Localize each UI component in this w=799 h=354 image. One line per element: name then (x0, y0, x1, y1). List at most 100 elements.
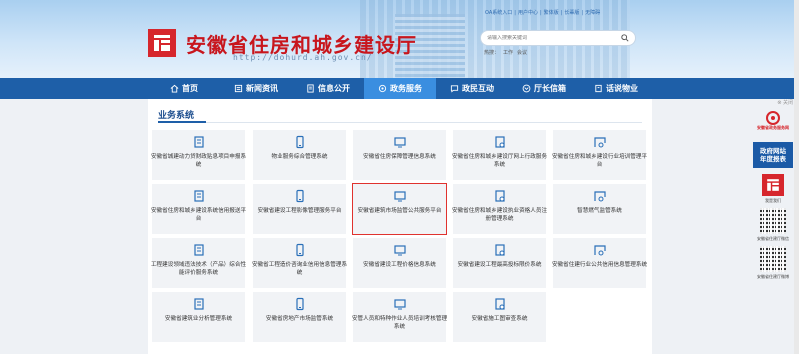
hot-search: 热搜： 工作 会议 (484, 50, 528, 56)
system-tile-label: 物业服务综合管理系统 (271, 154, 328, 160)
elderly-version-link[interactable]: 长辈版 (564, 10, 579, 16)
system-tile-engineering-price-system[interactable]: 安徽省建设工程价格信息系统 (353, 238, 446, 288)
site-header: OA系统入口 | 用户中心 | 繁体版 | 长辈版 | 无障碍 安徽省住房和城乡建设厅 http… (0, 0, 799, 78)
system-tile-technology-evaluation-system[interactable]: 工程建设领域违法技术（产品）综合性能评价服务系统 (150, 238, 247, 288)
accessibility-link[interactable]: 无障碍 (585, 10, 600, 16)
document-icon (307, 84, 314, 93)
system-tile-label: 安徽省建筑业分析管理系统 (164, 316, 233, 322)
system-tile-label: 安徽省住房保障管理信息系统 (363, 154, 436, 160)
gov-service-badge[interactable]: 安徽省政务服务网 (753, 111, 793, 136)
system-tile-smart-gas-system[interactable]: 智慧燃气监管系统 (553, 184, 646, 234)
business-systems-panel: 业务系统 安徽省城建动力贷财政贴息项目申报系统 物业服务综合管理系统 安徽省住房保障… (148, 99, 652, 354)
system-tile-label: 智慧燃气监管系统 (577, 208, 622, 214)
search-input[interactable] (487, 35, 607, 41)
system-icon (193, 298, 204, 310)
system-tile-online-admin-service-system[interactable]: 安徽省住房和城乡建设厅网上行政服务系统 (451, 130, 548, 180)
search-box (480, 30, 636, 46)
department-logo-icon[interactable] (762, 174, 784, 196)
system-icon (193, 190, 204, 202)
hot-word[interactable]: 会议 (517, 50, 527, 56)
system-icon (593, 137, 606, 148)
nav-gov-services[interactable]: 政务服务 (364, 78, 436, 99)
system-tile-label: 安徽省住房和城乡建设执业资格人员注册管理系统 (451, 208, 548, 222)
system-tile-label: 安徽省建设工程影像管理服务平台 (257, 208, 342, 214)
system-tile-label: 安管人员和特种作业人员培训考核管理系统 (351, 316, 448, 330)
oa-entry-link[interactable]: OA系统入口 (485, 10, 512, 16)
logo-caption: 我是我们 (765, 198, 781, 203)
system-tile-real-estate-market-system[interactable]: 安徽省房地产市场监管系统 (253, 292, 346, 342)
system-tile-housing-security-system[interactable]: 安徽省住房保障管理信息系统 (353, 130, 446, 180)
top-links: OA系统入口 | 用户中心 | 繁体版 | 长辈版 | 无障碍 (485, 10, 601, 16)
system-tile-label: 安徽省住房和城乡建设行业培训管理平台 (551, 154, 648, 168)
home-icon (170, 84, 179, 93)
section-title: 业务系统 (158, 111, 195, 121)
system-tile-label: 安徽省建设工程最高投标限价系统 (457, 262, 542, 268)
system-icon (593, 191, 606, 202)
system-tile-label: 安徽省施工图审查系统 (471, 316, 528, 322)
user-center-link[interactable]: 用户中心 (518, 10, 538, 16)
system-tile-label: 安徽省工程造价咨询业信用信息管理系统 (251, 262, 348, 276)
wechat-qr-code (760, 208, 786, 234)
site-url: http://dohurd.ah.gov.cn/ (233, 53, 373, 62)
mail-icon (522, 84, 531, 93)
system-tile-label: 安徽省房地产市场监管系统 (265, 316, 334, 322)
system-icon (593, 245, 606, 256)
system-icon (295, 189, 304, 203)
page-scrollbar[interactable] (794, 0, 799, 354)
gov-service-logo-icon (766, 111, 780, 125)
system-tile-safety-training-exam-system[interactable]: 安管人员和特种作业人员培训考核管理系统 (351, 292, 448, 342)
nav-property-talk[interactable]: 话说物业 (580, 78, 652, 99)
nav-home[interactable]: 首页 (148, 78, 220, 99)
right-floating-sidebar: ⊗ 关闭 安徽省政务服务网 政府网站 年度报表 我是我们 安徽省住建厅微信 安徽… (753, 99, 793, 280)
system-tile-drawing-review-system[interactable]: 安徽省施工图审查系统 (453, 292, 546, 342)
system-tile-label: 安徽省城建动力贷财政贴息项目申报系统 (150, 154, 247, 168)
system-tile-practitioner-registration-system[interactable]: 安徽省住房和城乡建设执业资格人员注册管理系统 (451, 184, 548, 234)
site-logo-icon[interactable] (148, 29, 176, 57)
system-tile-construction-market-platform[interactable]: 安徽省建筑市场监管公共服务平台 (352, 183, 447, 235)
search-icon[interactable] (621, 34, 629, 42)
hot-word[interactable]: 工作 (503, 50, 513, 56)
system-icon (295, 243, 304, 257)
system-tile-public-credit-system[interactable]: 安徽省住建行业公共信用信息管理系统 (551, 238, 648, 288)
nav-interaction[interactable]: 政民互动 (436, 78, 508, 99)
traditional-chinese-link[interactable]: 繁体版 (544, 10, 559, 16)
system-tile-label: 安徽省建设工程价格信息系统 (363, 262, 436, 268)
nav-news[interactable]: 新闻资讯 (220, 78, 292, 99)
building-icon (595, 84, 602, 93)
system-tile-label: 工程建设领域违法技术（产品）综合性能评价服务系统 (150, 262, 247, 276)
sidebar-close-button[interactable]: ⊗ 关闭 (753, 99, 793, 106)
system-icon (295, 297, 304, 311)
system-tile-subsidy-declaration-system[interactable]: 安徽省城建动力贷财政贴息项目申报系统 (150, 130, 247, 180)
system-icon (494, 136, 505, 148)
system-tile-cost-consulting-credit-system[interactable]: 安徽省工程造价咨询业信用信息管理系统 (251, 238, 348, 288)
system-tile-property-service-system[interactable]: 物业服务综合管理系统 (253, 130, 346, 180)
news-icon (234, 84, 243, 93)
service-icon (378, 84, 387, 93)
system-icon (494, 190, 505, 202)
system-tile-label: 安徽省建筑市场监管公共服务平台 (357, 208, 442, 214)
system-tile-label: 安徽省住房和城乡建设系统信用报送平台 (150, 208, 247, 222)
nav-info-disclosure[interactable]: 信息公开 (292, 78, 364, 99)
weibo-qr-caption: 安徽省住建厅微博 (757, 274, 789, 279)
annual-report-button[interactable]: 政府网站 年度报表 (753, 142, 793, 168)
system-icon (193, 136, 204, 148)
system-icon (393, 137, 406, 148)
system-tile-credit-reporting-platform[interactable]: 安徽省住房和城乡建设系统信用报送平台 (150, 184, 247, 234)
main-nav: 首页 新闻资讯 信息公开 政务服务 政民互动 厅长信箱 话说物业 (0, 78, 799, 99)
nav-director-mailbox[interactable]: 厅长信箱 (508, 78, 580, 99)
system-icon (193, 244, 204, 256)
system-tile-engineering-image-platform[interactable]: 安徽省建设工程影像管理服务平台 (253, 184, 346, 234)
system-tile-label: 安徽省住建行业公共信用信息管理系统 (551, 262, 648, 268)
system-icon (393, 245, 406, 256)
system-icon (393, 299, 406, 310)
chat-icon (450, 85, 459, 93)
system-icon (295, 135, 304, 149)
system-icon (494, 244, 505, 256)
system-tile-construction-analysis-system[interactable]: 安徽省建筑业分析管理系统 (152, 292, 245, 342)
weibo-qr-code (760, 246, 786, 272)
system-icon (393, 191, 406, 202)
system-tile-label: 安徽省住房和城乡建设厅网上行政服务系统 (451, 154, 548, 168)
system-tile-training-platform[interactable]: 安徽省住房和城乡建设行业培训管理平台 (551, 130, 648, 180)
wechat-qr-caption: 安徽省住建厅微信 (757, 236, 789, 241)
system-tile-bid-ceiling-price-system[interactable]: 安徽省建设工程最高投标限价系统 (453, 238, 546, 288)
